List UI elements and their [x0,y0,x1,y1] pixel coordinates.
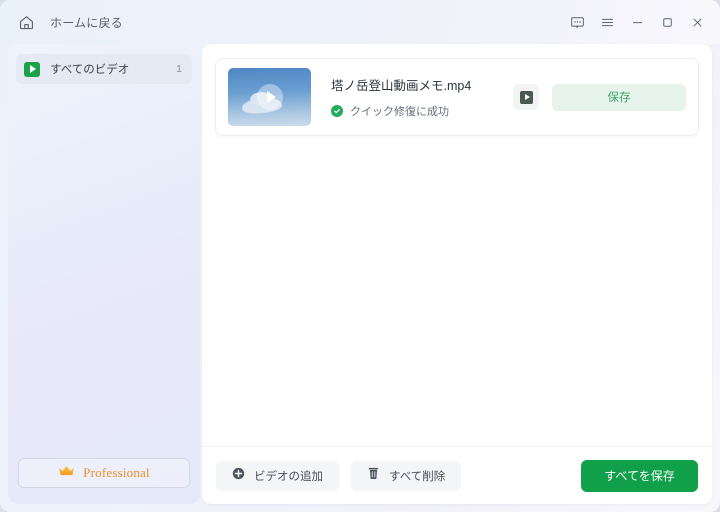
sidebar-item-label: すべてのビデオ [50,64,130,76]
title-bar: ホームに戻る [0,0,720,44]
bottom-toolbar: ビデオの追加 すべて削除 すべてを保存 [202,446,712,504]
video-play-icon [24,61,40,77]
trash-icon [367,466,380,485]
play-icon [519,90,533,104]
home-icon[interactable] [14,10,38,34]
main-panel: 塔ノ岳登山動画メモ.mp4 クイック修復に成功 保存 ビデオの追加 すべて削除 … [202,44,712,504]
sidebar: すべてのビデオ 1 Professional [8,44,200,504]
add-video-label: ビデオの追加 [254,470,323,483]
feedback-icon[interactable] [562,7,592,37]
video-card: 塔ノ岳登山動画メモ.mp4 クイック修復に成功 保存 [215,58,699,136]
delete-all-label: すべて削除 [389,470,446,483]
menu-icon[interactable] [592,7,622,37]
professional-label: Professional [83,465,150,480]
save-all-button[interactable]: すべてを保存 [581,459,698,492]
delete-all-button[interactable]: すべて削除 [351,460,462,491]
app-window: ホームに戻る すべてのビデオ 1 Professional 塔ノ岳登山動画メモ.… [0,0,720,512]
video-info: 塔ノ岳登山動画メモ.mp4 クイック修復に成功 [331,75,513,119]
thumbnail-play-icon [256,84,283,110]
video-list: 塔ノ岳登山動画メモ.mp4 クイック修復に成功 保存 [202,44,712,446]
sidebar-item-count: 1 [176,63,182,75]
video-status-label: クイック修復に成功 [350,106,449,118]
back-to-home-label[interactable]: ホームに戻る [50,14,123,31]
video-thumbnail[interactable] [228,68,311,126]
minimize-icon[interactable] [622,7,652,37]
maximize-icon[interactable] [652,7,682,37]
sidebar-nav-list: すべてのビデオ 1 [8,44,200,84]
plus-circle-icon [232,467,245,485]
video-status: クイック修復に成功 [331,103,513,119]
close-icon[interactable] [682,7,712,37]
sidebar-item-all-videos[interactable]: すべてのビデオ 1 [16,54,192,84]
video-save-button[interactable]: 保存 [552,83,686,111]
check-circle-icon [331,105,343,117]
crown-icon [58,464,75,482]
add-video-button[interactable]: ビデオの追加 [216,460,339,491]
video-file-name: 塔ノ岳登山動画メモ.mp4 [331,79,472,93]
video-preview-button[interactable] [513,84,539,110]
professional-upgrade-button[interactable]: Professional [18,458,190,488]
